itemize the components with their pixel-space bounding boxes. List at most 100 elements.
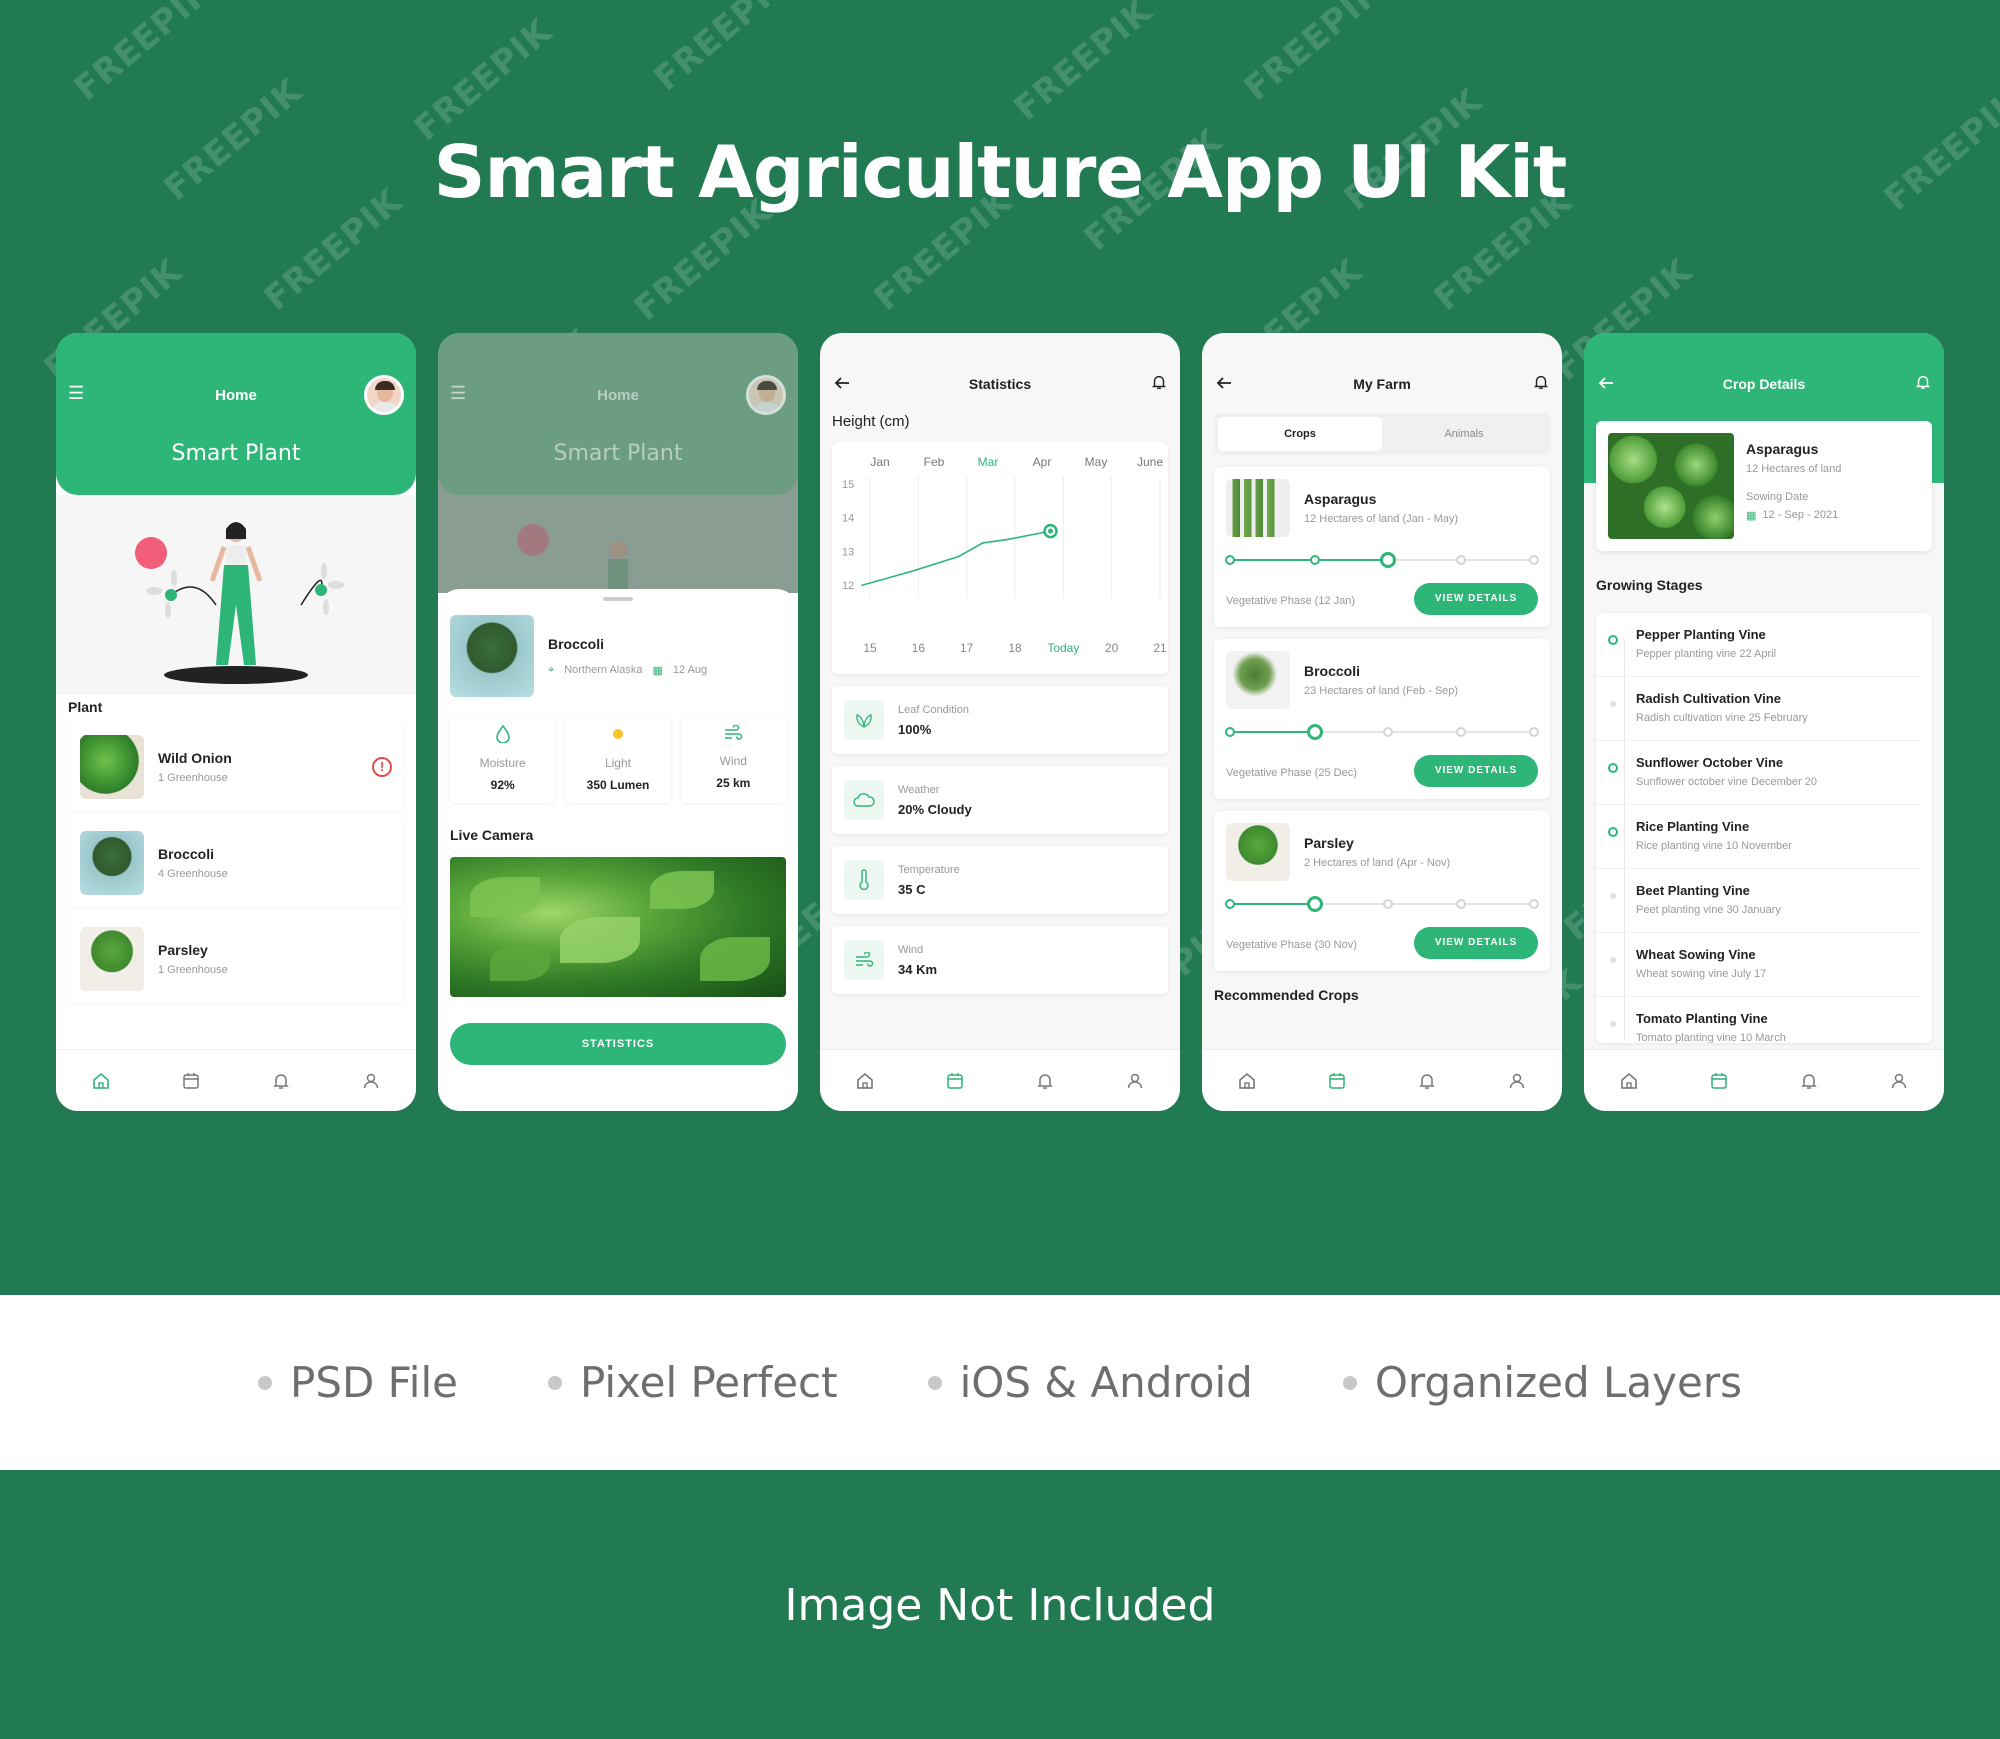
tab-crops[interactable]: Crops [1218,417,1382,451]
sowing-date: 12 - Sep - 2021 [1762,509,1839,521]
home-icon[interactable] [88,1068,114,1094]
user-icon[interactable] [358,1068,384,1094]
view-details-button[interactable]: VIEW DETAILS [1414,583,1538,615]
location-icon: ⌖ [548,663,555,676]
sensor-card: Light 350 Lumen [565,715,671,803]
stats-title: Statistics [968,376,1032,392]
avatar[interactable] [364,375,404,415]
stage-name: Pepper Planting Vine [1636,627,1766,642]
stage-name: Rice Planting Vine [1636,819,1750,834]
bottom-nav [1584,1049,1944,1111]
user-icon[interactable] [1504,1068,1530,1094]
y-tick-label: 12 [842,580,854,592]
farm-topbar: My Farm [1202,333,1562,413]
home-icon[interactable] [1616,1068,1642,1094]
calendar-icon[interactable] [942,1068,968,1094]
stage-item[interactable]: Pepper Planting Vine Pepper planting vine… [1596,613,1920,677]
home-icon[interactable] [852,1068,878,1094]
user-icon[interactable] [1886,1068,1912,1094]
recommended-crops-label: Recommended Crops [1214,987,1359,1003]
calendar-icon: ▦ [652,664,663,677]
stage-item[interactable]: Wheat Sowing Vine Wheat sowing vine July … [1596,933,1920,997]
crop-summary-card: Asparagus 12 Hectares of land Sowing Dat… [1596,421,1932,551]
stage-date: Peet planting vine 30 January [1636,904,1781,916]
info-value: 35 C [898,881,926,897]
live-camera-feed[interactable] [450,857,786,997]
statistics-button[interactable]: STATISTICS [450,1023,786,1065]
user-icon[interactable] [1122,1068,1148,1094]
y-tick-label: 14 [842,513,854,525]
month-tick-label: Mar [978,455,999,469]
progress-step [1225,555,1235,565]
info-list: Leaf Condition 100% Weather 20% Cloudy Tempe… [820,686,1180,994]
calendar-icon[interactable] [1706,1068,1732,1094]
cloud-icon [844,780,884,820]
feature-item: iOS & Android [927,1358,1253,1407]
info-label: Temperature [898,863,960,876]
plant-list: Wild Onion 1 Greenhouse! Broccoli 4 Greenho… [56,723,416,1003]
progress-step [1380,552,1397,568]
bell-icon[interactable] [1414,1068,1440,1094]
crop-thumbnail [1226,479,1290,537]
live-camera-label: Live Camera [450,827,534,843]
plant-location: 1 Greenhouse [158,772,228,784]
feature-label: Pixel Perfect [579,1358,838,1407]
stage-item[interactable]: Sunflower October Vine Sunflower october … [1596,741,1920,805]
phone-my-farm: My Farm Crops Animals Asparagus 12 Hectar… [1202,333,1562,1111]
info-value: 100% [898,721,932,737]
stage-date: Tomato planting vine 10 March [1636,1032,1786,1043]
sensor-value: 92% [490,778,515,792]
bell-icon[interactable] [1796,1068,1822,1094]
thermometer-icon [844,860,884,900]
stage-item[interactable]: Radish Cultivation Vine Radish cultivatio… [1596,677,1920,741]
home-icon[interactable] [1234,1068,1260,1094]
tab-animals[interactable]: Animals [1382,417,1546,451]
calendar-icon[interactable] [1324,1068,1350,1094]
plant-card[interactable]: Parsley 1 Greenhouse [68,915,404,1003]
plant-card[interactable]: Broccoli 4 Greenhouse [68,819,404,907]
plant-name: Broccoli [548,635,605,652]
image-not-included-note: Image Not Included [784,1580,1216,1631]
plant-thumbnail [80,735,144,799]
plant-text: Wild Onion 1 Greenhouse [158,750,232,784]
plant-section-label: Plant [68,699,103,715]
plant-text: Parsley 1 Greenhouse [158,942,228,976]
stage-date: Sunflower october vine December 20 [1636,776,1817,788]
y-tick-label: 15 [842,479,854,491]
bell-icon[interactable] [1032,1068,1058,1094]
info-card: Leaf Condition 100% [832,686,1168,754]
phone-plant-detail: ☰ Home Smart Plant Broccoli ⌖ Northern A… [438,333,798,1111]
plant-thumbnail [80,831,144,895]
progress-step [1383,899,1394,909]
bell-icon[interactable] [1532,373,1550,396]
bell-icon[interactable] [1914,373,1932,396]
progress-step [1456,727,1467,737]
crop-card: Asparagus 12 Hectares of land (Jan - May)… [1214,467,1550,627]
alert-icon[interactable]: ! [372,757,392,777]
view-details-button[interactable]: VIEW DETAILS [1414,755,1538,787]
bottom-nav [1202,1049,1562,1111]
stage-item[interactable]: Tomato Planting Vine Tomato planting vine… [1596,997,1920,1043]
info-card: Weather 20% Cloudy [832,766,1168,834]
x-tick-label: 16 [912,641,926,655]
height-chart: Jan Feb Mar Apr May June 15 14 13 12 15 16 17 18 Today… [832,442,1168,674]
x-tick-label: 17 [960,641,974,655]
bell-icon[interactable] [1150,373,1168,396]
plant-location: Northern Alaska [564,663,643,676]
gardener-illustration [56,495,416,695]
avatar [746,375,786,415]
view-details-button[interactable]: VIEW DETAILS [1414,927,1538,959]
info-card: Temperature 35 C [832,846,1168,914]
calendar-icon[interactable] [178,1068,204,1094]
stage-item[interactable]: Beet Planting Vine Peet planting vine 30 … [1596,869,1920,933]
crop-details-title: Crop Details [1722,376,1806,392]
month-tick-label: June [1137,455,1163,469]
progress-step [1529,727,1539,737]
plant-card[interactable]: Wild Onion 1 Greenhouse! [68,723,404,811]
bell-icon[interactable] [268,1068,294,1094]
crop-area: 2 Hectares of land (Apr - Nov) [1304,857,1451,869]
info-label: Leaf Condition [898,703,969,716]
growth-progress-bar [1225,552,1539,568]
stage-name: Wheat Sowing Vine [1636,947,1756,962]
stage-item[interactable]: Rice Planting Vine Rice planting vine 10 … [1596,805,1920,869]
